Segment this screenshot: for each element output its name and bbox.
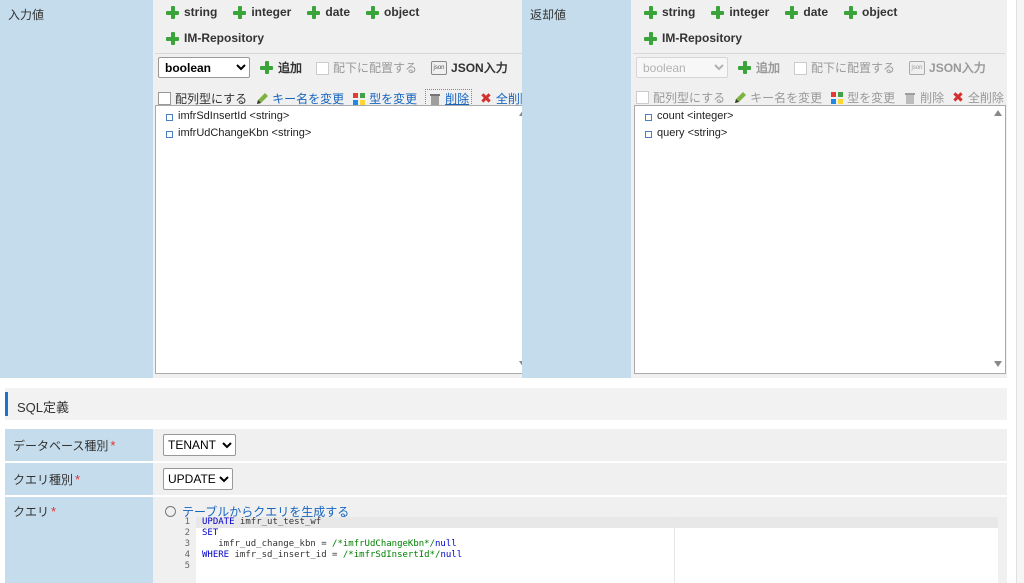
plus-icon <box>233 5 247 19</box>
json-icon: json <box>909 60 926 75</box>
input-repo-button-row: IM-Repository <box>166 31 280 45</box>
input-place-under[interactable]: 配下に配置する <box>316 59 417 76</box>
input-parameter-list[interactable]: imfrSdInsertId <string> imfrUdChangeKbn … <box>155 105 531 374</box>
return-divider <box>633 53 1005 54</box>
trash-icon <box>905 92 916 104</box>
return-type-select[interactable]: boolean <box>636 57 728 78</box>
pencil-icon <box>735 91 747 103</box>
query-label: クエリ <box>13 505 50 519</box>
plus-icon <box>785 5 799 19</box>
db-type-field-cell: TENANT <box>153 429 1007 461</box>
section-title: SQL定義 <box>17 400 70 415</box>
return-array-type[interactable]: 配列型にする <box>636 89 725 106</box>
db-type-select[interactable]: TENANT <box>163 434 236 456</box>
code-line: 3 imfr_ud_change_kbn = /*imfrUdChangeKbn… <box>184 539 457 549</box>
return-label: 返却値 <box>530 8 567 22</box>
return-place-under[interactable]: 配下に配置する <box>794 59 895 76</box>
add-string-button[interactable]: string <box>644 5 695 19</box>
list-item[interactable]: imfrSdInsertId <string> <box>165 110 289 122</box>
required-mark: * <box>110 438 116 453</box>
return-label-cell: 返却値 <box>522 0 631 378</box>
input-type-buttons: string integer date object <box>166 5 435 19</box>
list-item[interactable]: count <integer> <box>644 110 733 122</box>
input-label-cell: 入力値 <box>0 0 153 378</box>
return-type-buttons: string integer date object <box>644 5 913 19</box>
input-add-row: boolean 追加 配下に配置する json JSON入力 <box>158 57 508 78</box>
sql-section-header: SQL定義 <box>5 388 1007 420</box>
code-line: 4 WHERE imfr_sd_insert_id = /*imfrSdInse… <box>184 550 463 560</box>
trash-icon <box>430 93 441 105</box>
required-mark: * <box>75 472 81 487</box>
return-delete-all-button[interactable]: ✖ 全削除 <box>952 89 1004 106</box>
json-icon: json <box>431 60 448 75</box>
code-line: 1 UPDATE imfr_ut_test_wf <box>184 517 322 527</box>
query-type-label: クエリ種別 <box>13 473 74 487</box>
search-icon <box>165 506 176 517</box>
return-tool-row: 配列型にする キー名を変更 型を変更 削除 ✖ 全削除 <box>636 89 1012 106</box>
return-json-button[interactable]: json JSON入力 <box>909 59 986 76</box>
query-type-field-cell: UPDATE <box>153 463 1007 495</box>
add-integer-button[interactable]: integer <box>711 5 769 19</box>
place-under-checkbox[interactable] <box>794 62 808 76</box>
return-change-type-button[interactable]: 型を変更 <box>830 89 895 106</box>
plus-icon <box>166 31 179 45</box>
return-add-row: boolean 追加 配下に配置する json JSON入力 <box>636 57 986 78</box>
return-add-button[interactable]: 追加 <box>738 59 780 76</box>
add-integer-button[interactable]: integer <box>233 5 291 19</box>
plus-icon <box>711 5 725 19</box>
add-object-button[interactable]: object <box>366 5 419 19</box>
query-type-label-cell: クエリ種別 * <box>5 463 153 495</box>
scroll-up-arrow[interactable] <box>994 110 1002 116</box>
add-im-repository-button[interactable]: IM-Repository <box>166 31 264 45</box>
plus-icon <box>644 31 657 45</box>
input-add-button[interactable]: 追加 <box>260 59 302 76</box>
page-scrollbar[interactable] <box>1016 0 1024 583</box>
query-field-cell: テーブルからクエリを生成する 1 UPDATE imfr_ut_test_wf … <box>153 497 1007 583</box>
return-repo-button-row: IM-Repository <box>644 31 758 45</box>
plus-icon <box>366 5 380 19</box>
scroll-down-arrow[interactable] <box>994 361 1002 367</box>
input-type-select[interactable]: boolean <box>158 57 250 78</box>
add-date-button[interactable]: date <box>785 5 828 19</box>
change-type-icon <box>353 92 366 105</box>
add-date-button[interactable]: date <box>307 5 350 19</box>
code-line: 5 <box>184 561 190 571</box>
code-editor[interactable]: 1 UPDATE imfr_ut_test_wf 2 SET 3 imfr_ud… <box>164 517 998 583</box>
return-rename-key-button[interactable]: キー名を変更 <box>733 89 822 106</box>
add-string-button[interactable]: string <box>166 5 217 19</box>
return-delete-button[interactable]: 削除 <box>903 89 944 106</box>
input-json-button[interactable]: json JSON入力 <box>431 59 508 76</box>
add-object-button[interactable]: object <box>844 5 897 19</box>
plus-icon <box>738 61 751 74</box>
return-parameter-list[interactable]: count <integer> query <string> <box>634 105 1006 374</box>
input-label: 入力値 <box>8 8 45 22</box>
list-item[interactable]: query <string> <box>644 127 727 139</box>
add-im-repository-button[interactable]: IM-Repository <box>644 31 742 45</box>
input-divider <box>155 53 533 54</box>
query-type-select[interactable]: UPDATE <box>163 468 233 490</box>
plus-icon <box>260 61 273 74</box>
plus-icon <box>166 5 179 19</box>
change-type-icon <box>831 91 844 104</box>
plus-icon <box>644 5 657 19</box>
query-label-cell: クエリ * <box>5 497 153 583</box>
section-accent-bar <box>5 392 8 416</box>
place-under-checkbox[interactable] <box>316 62 330 76</box>
pencil-icon <box>257 92 269 104</box>
db-type-label: データベース種別 <box>13 439 109 453</box>
list-item[interactable]: imfrUdChangeKbn <string> <box>165 127 311 139</box>
plus-icon <box>307 5 321 19</box>
red-x-icon: ✖ <box>952 89 964 105</box>
array-type-checkbox[interactable] <box>158 92 171 105</box>
plus-icon <box>844 5 858 19</box>
array-type-checkbox[interactable] <box>636 91 649 104</box>
db-type-label-cell: データベース種別 * <box>5 429 153 461</box>
code-line: 2 SET <box>184 528 219 538</box>
required-mark: * <box>51 504 57 519</box>
